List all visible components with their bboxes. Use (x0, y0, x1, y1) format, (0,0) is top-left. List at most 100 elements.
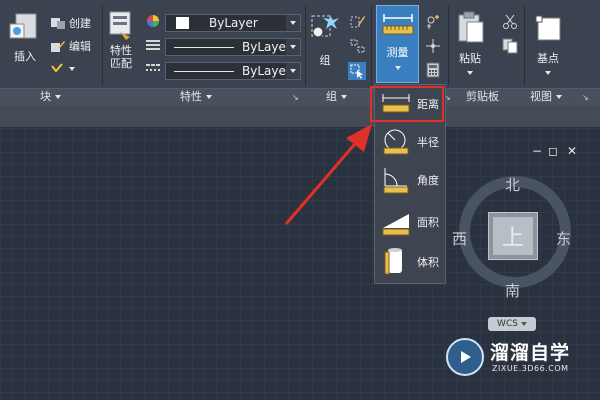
insert-block-icon (9, 13, 37, 39)
lineweight-preview (174, 70, 234, 72)
insert-label: 插入 (14, 50, 36, 63)
view-panel-label: 视图 (530, 90, 552, 103)
group-icon (311, 14, 339, 38)
create-block-icon (51, 18, 65, 29)
base-point-button[interactable]: 基点 (532, 10, 564, 75)
viewcube-top-face[interactable]: 上 (488, 212, 538, 260)
angle-icon (383, 168, 409, 194)
chevron-down-icon (286, 15, 300, 31)
paste-clipboard-icon (458, 11, 484, 43)
volume-icon (384, 248, 402, 275)
dialog-launcher-icon[interactable]: ↘ (582, 93, 589, 102)
edit-label: 编辑 (69, 40, 91, 53)
match-properties-icon (109, 11, 131, 40)
angle-label: 角度 (417, 174, 439, 187)
panel-divider (524, 6, 525, 86)
measure-button[interactable]: 测量 (376, 5, 419, 83)
panel-title-bar (0, 88, 600, 106)
panel-divider (305, 6, 306, 86)
calculator-icon[interactable] (425, 62, 441, 78)
view-panel-title[interactable]: 视图 (530, 89, 562, 105)
properties-panel-label: 特性 (180, 90, 202, 103)
create-label: 创建 (69, 17, 91, 30)
panel-divider (448, 6, 449, 86)
radius-label: 半径 (417, 136, 439, 149)
clipboard-panel-label: 剪贴板 (466, 90, 499, 103)
measure-label: 测量 (386, 46, 409, 59)
watermark-subtitle: ZIXUE.3D66.COM (492, 364, 569, 373)
base-point-icon (535, 15, 561, 41)
insert-button[interactable]: 插入 (8, 10, 42, 64)
linetype-value: ByLayer (242, 40, 291, 54)
match-label-1: 特性 (110, 44, 132, 57)
ungroup-icon[interactable] (350, 38, 366, 54)
viewcube-face-label: 上 (493, 217, 533, 255)
linetype-select[interactable]: ByLayer (165, 38, 301, 56)
group-edit-icon[interactable] (350, 14, 366, 30)
viewcube-west[interactable]: 西 (452, 228, 467, 249)
group-panel-label: 组 (326, 90, 337, 103)
panel-divider (102, 6, 103, 86)
minimize-icon[interactable]: − (532, 144, 542, 158)
linetype-icon (146, 40, 160, 50)
point-icon[interactable] (425, 38, 441, 54)
measure-volume-item[interactable]: 体积 (378, 245, 442, 279)
viewcube-north[interactable]: 北 (505, 174, 520, 195)
paste-button[interactable]: 粘贴 (455, 10, 485, 75)
area-label: 面积 (417, 216, 439, 229)
chevron-down-icon (286, 63, 300, 79)
measure-radius-item[interactable]: 半径 (378, 125, 442, 159)
color-value: ByLayer (209, 16, 258, 30)
highlight-box (370, 86, 444, 122)
match-label-2: 匹配 (110, 57, 132, 70)
annotation-arrow (284, 124, 372, 225)
linetype-preview (174, 46, 234, 48)
restore-icon[interactable]: ◻ (548, 144, 558, 158)
group-panel-title[interactable]: 组 (326, 89, 347, 105)
watermark: 溜溜自学 ZIXUE.3D66.COM (446, 336, 576, 386)
chevron-down-icon (286, 39, 300, 55)
group-label: 组 (319, 54, 331, 67)
group-button[interactable]: 组 (309, 10, 341, 68)
quick-select-icon[interactable] (425, 14, 441, 30)
close-icon[interactable]: ✕ (567, 144, 577, 158)
properties-panel-title[interactable]: 特性 (180, 89, 212, 105)
cut-icon[interactable] (502, 14, 518, 30)
color-swatch (176, 17, 189, 29)
block-attributes-button[interactable] (50, 60, 75, 78)
chevron-down-icon (394, 66, 401, 70)
color-select[interactable]: ByLayer (165, 14, 301, 32)
radius-icon (383, 129, 409, 155)
measure-angle-item[interactable]: 角度 (378, 163, 442, 197)
wcs-label: WCS (497, 319, 518, 329)
chevron-down-icon (467, 71, 473, 75)
group-selection-icon[interactable] (348, 62, 366, 80)
match-properties-button[interactable]: 特性 匹配 (106, 10, 136, 70)
viewcube-east[interactable]: 东 (556, 228, 571, 249)
panel-divider (371, 6, 372, 86)
measure-ruler-icon (382, 14, 413, 35)
copy-icon[interactable] (502, 38, 518, 54)
measure-area-item[interactable]: 面积 (378, 205, 442, 239)
chevron-down-icon (341, 95, 347, 99)
block-panel-title[interactable]: 块 (40, 89, 61, 105)
chevron-down-icon (206, 95, 212, 99)
chevron-down-icon (55, 95, 61, 99)
chevron-down-icon (545, 71, 551, 75)
chevron-down-icon (556, 95, 562, 99)
color-wheel-icon (147, 15, 159, 27)
edit-block-button[interactable]: 编辑 (50, 37, 91, 55)
chevron-down-icon (69, 67, 75, 71)
lineweight-select[interactable]: ByLayer (165, 62, 301, 80)
create-block-button[interactable]: 创建 (50, 14, 91, 32)
lineweight-value: ByLayer (242, 64, 291, 78)
watermark-title: 溜溜自学 (490, 342, 571, 364)
volume-label: 体积 (417, 256, 439, 269)
play-logo-icon (446, 338, 484, 376)
edit-block-icon (51, 41, 65, 52)
attribute-edit-icon (51, 63, 63, 73)
viewcube-south[interactable]: 南 (505, 280, 520, 301)
dialog-launcher-icon[interactable]: ↘ (292, 93, 299, 102)
clipboard-panel-title: 剪贴板 (466, 89, 499, 105)
wcs-menu[interactable]: WCS (488, 317, 536, 331)
